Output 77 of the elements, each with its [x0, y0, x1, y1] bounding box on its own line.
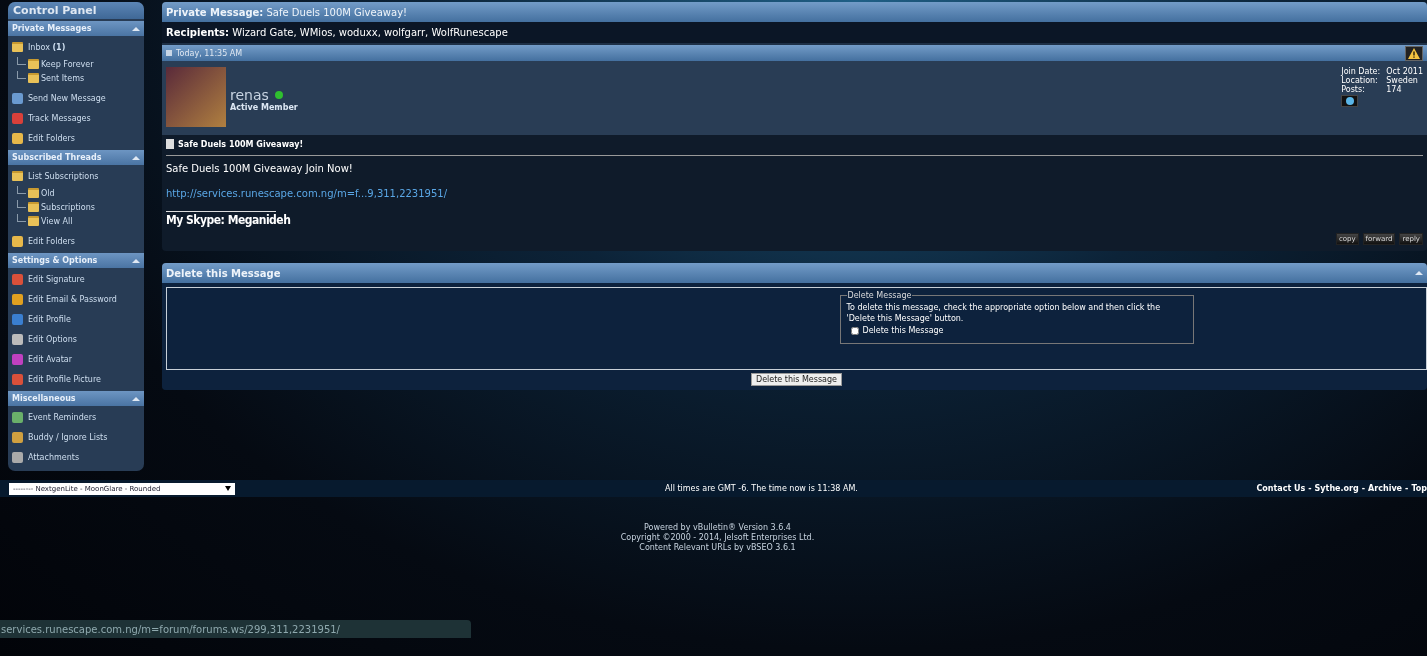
folder-icon — [12, 171, 23, 181]
tree-line — [17, 56, 26, 65]
time-text: All times are GMT -6. The time now is 11:38 AM. — [665, 484, 858, 493]
sidebar-link[interactable]: Edit Options — [12, 329, 144, 349]
post-body: Safe Duels 100M Giveaway Join Now! — [166, 163, 354, 174]
info-value: Oct 2011 — [1386, 67, 1423, 76]
sidebar-link[interactable]: Edit Folders — [12, 231, 144, 251]
separator: - — [1361, 484, 1366, 493]
tree-line — [17, 70, 26, 79]
sidebar-link[interactable]: Edit Signature — [12, 269, 144, 289]
footer-link[interactable]: Contact Us — [1256, 484, 1306, 493]
sidebar-link[interactable]: Subscriptions — [12, 200, 144, 214]
post-title: Safe Duels 100M Giveaway! — [178, 139, 304, 149]
post-icon — [166, 50, 172, 56]
collapse-icon[interactable] — [1415, 271, 1423, 275]
folder-icon — [28, 59, 39, 69]
panel-header: Delete this Message — [162, 263, 1427, 283]
status-bar-url: services.runescape.com.ng/m=forum/forums.ws/299,311,2231951/ — [0, 620, 471, 638]
sidebar-link[interactable]: Keep Forever — [12, 57, 144, 71]
info-label: Join Date: — [1341, 67, 1382, 76]
avatar-placeholder — [166, 67, 226, 127]
tree-line — [17, 213, 26, 222]
separator: - — [1405, 484, 1409, 493]
post-date: Today, 11:35 AM — [176, 48, 243, 58]
folder-icon — [28, 73, 39, 83]
message-header: Private Message: Safe Duels 100M Giveaway! — [162, 2, 1427, 22]
credit-line: Copyright ©2000 - 2014, Jelsoft Enterprises Ltd. — [619, 533, 816, 543]
delete-checkbox[interactable] — [850, 326, 859, 335]
info-value: Sweden — [1386, 76, 1418, 85]
sidebar-link[interactable]: Old — [12, 186, 144, 200]
sidebar-link[interactable]: Send New Message — [12, 88, 144, 108]
signature: My Skype: Meganideh — [166, 213, 292, 227]
folder-icon — [12, 42, 23, 52]
warning-icon[interactable] — [1405, 45, 1423, 61]
sidebar-link[interactable]: Edit Avatar — [12, 349, 144, 369]
recipients-row: Recipients: Wizard Gate, WMios, woduxx, wolfgarr, WolfRunescape — [162, 22, 1427, 45]
sidebar-link[interactable]: Edit Folders — [12, 128, 144, 148]
sidebar-link[interactable]: Edit Profile — [12, 309, 144, 329]
tree-line — [17, 185, 26, 194]
username[interactable]: renas — [230, 86, 269, 103]
sidebar-link[interactable]: View All — [12, 214, 144, 228]
credit-line: Content Relevant URLs by vBSEO 3.6.1 — [638, 543, 797, 553]
credit-line: Powered by vBulletin® Version 3.6.4 — [643, 523, 792, 533]
folder-icon — [28, 188, 39, 198]
info-value: 174 — [1386, 85, 1402, 94]
fieldset-legend: Delete Message — [846, 291, 913, 300]
separator: - — [1308, 484, 1312, 493]
collapse-icon[interactable] — [132, 26, 140, 31]
tree-line — [17, 199, 26, 208]
footer-link[interactable]: Sythe.org — [1314, 484, 1359, 493]
info-label: Posts: — [1341, 85, 1366, 94]
sidebar-link[interactable]: Edit Email & Password — [12, 289, 144, 309]
folder-icon — [28, 202, 39, 212]
collapse-icon[interactable] — [132, 155, 140, 160]
panel-title: Control Panel — [8, 2, 144, 19]
sidebar-link[interactable]: Buddy / Ignore Lists — [12, 427, 144, 447]
sidebar-link[interactable]: Track Messages — [12, 108, 144, 128]
user-title: Active Member — [230, 102, 298, 112]
sidebar-link[interactable]: Sent Items — [12, 71, 144, 85]
sidebar-link[interactable]: Edit Profile Picture — [12, 369, 144, 389]
info-label: Location: — [1341, 76, 1379, 85]
collapse-icon[interactable] — [132, 396, 140, 401]
checkbox-label[interactable]: Delete this Message — [862, 326, 944, 335]
chat-icon[interactable] — [1341, 95, 1359, 107]
post-link[interactable]: http://services.runescape.com.ng/m=f...9,311,2231951/ — [166, 188, 1423, 199]
sidebar-link[interactable]: Attachments — [12, 447, 144, 467]
footer-link[interactable]: Archive — [1368, 484, 1403, 493]
caret-icon — [225, 486, 231, 491]
sidebar-link[interactable]: Inbox (1) — [12, 37, 144, 57]
delete-button[interactable]: Delete this Message — [751, 373, 842, 386]
footer-link[interactable]: Top — [1411, 484, 1427, 493]
instruction-text: To delete this message, check the appropriate option below and then click the 'Delete this Message' button. — [846, 302, 1162, 324]
sidebar-link[interactable]: List Subscriptions — [12, 166, 144, 186]
collapse-icon[interactable] — [132, 258, 140, 263]
document-icon — [166, 139, 174, 149]
sidebar-link[interactable]: Event Reminders — [12, 407, 144, 427]
folder-icon — [28, 216, 39, 226]
